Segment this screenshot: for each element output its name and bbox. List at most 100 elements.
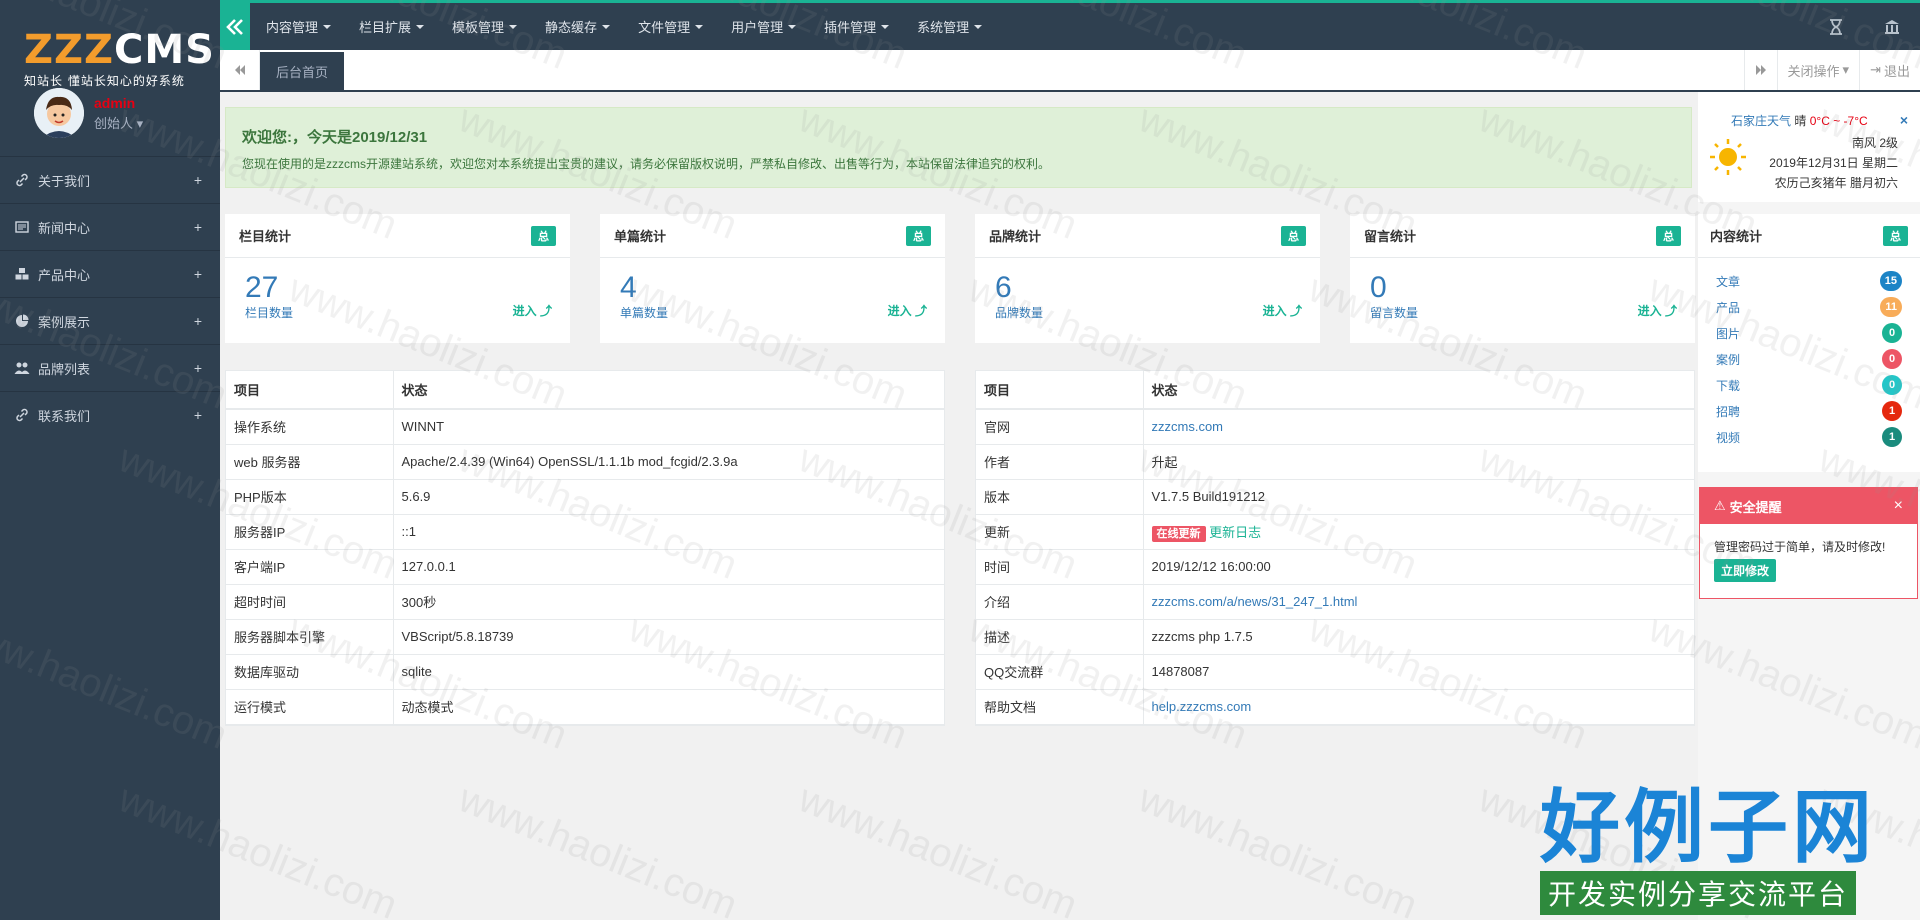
- tab-scroll-right-button[interactable]: [1743, 50, 1777, 90]
- content-stat-item[interactable]: 图片 0: [1698, 320, 1920, 346]
- sidebar-item-4[interactable]: 案例展示 +: [0, 297, 220, 344]
- row-value: ::1: [393, 514, 944, 550]
- row-value-cell: zzzcms.com: [1143, 409, 1694, 445]
- top-menu-label: 用户管理: [731, 20, 784, 35]
- row-key: 版本: [976, 479, 1144, 515]
- row-value: 300秒: [393, 584, 944, 620]
- stat-card: 品牌统计 总 6 品牌数量 进入 ⤴: [975, 214, 1320, 343]
- double-chevron-left-icon: [226, 18, 243, 35]
- top-menu-item[interactable]: 模板管理: [436, 3, 529, 50]
- row-key: 时间: [976, 549, 1144, 585]
- row-key: 服务器IP: [226, 514, 394, 550]
- row-key: 描述: [976, 619, 1144, 655]
- table-row: 官网 zzzcms.com: [976, 409, 1694, 445]
- hourglass-button[interactable]: [1808, 3, 1864, 50]
- stat-card-title: 单篇统计: [614, 229, 667, 244]
- sidebar-item-label: 产品中心: [38, 267, 91, 283]
- change-password-button[interactable]: 立即修改: [1714, 559, 1777, 582]
- row-value: 2019/12/12 16:00:00: [1151, 559, 1271, 574]
- enter-link[interactable]: 进入 ⤴: [1263, 302, 1302, 319]
- changelog-link[interactable]: 更新日志: [1209, 525, 1261, 540]
- content-stat-item[interactable]: 案例 0: [1698, 346, 1920, 372]
- stat-value: 4: [620, 271, 637, 304]
- stat-card: 留言统计 总 0 留言数量 进入 ⤴: [1350, 214, 1695, 343]
- sidebar-toggle-button[interactable]: [220, 3, 250, 50]
- user-role-dropdown[interactable]: 创始人 ▾: [94, 113, 143, 132]
- stat-value: 27: [245, 271, 279, 304]
- logout-button[interactable]: ⇥ 退出: [1859, 50, 1920, 90]
- user-role-label: 创始人: [94, 115, 134, 131]
- top-menu-item[interactable]: 静态缓存: [529, 3, 622, 50]
- online-update-button[interactable]: 在线更新: [1151, 526, 1206, 542]
- top-menu-item[interactable]: 内容管理: [250, 3, 343, 50]
- level-up-icon: ⤴: [536, 304, 552, 318]
- weather-condition: 晴: [1794, 114, 1807, 128]
- weather-close-button[interactable]: ×: [1900, 112, 1908, 128]
- plus-icon: +: [193, 172, 202, 188]
- top-menu-label: 栏目扩展: [359, 20, 412, 35]
- top-menu-label: 内容管理: [266, 20, 319, 35]
- tab-home[interactable]: 后台首页: [260, 52, 345, 90]
- row-value-cell: zzzcms.com/a/news/31_247_1.html: [1143, 584, 1694, 620]
- sidebar-item-1[interactable]: 关于我们 +: [0, 156, 220, 203]
- users-icon: [14, 360, 30, 376]
- content-stats-panel: 内容统计 总 文章 15 产品 11 图片 0 案例 0 下载 0 招聘 1 视频 1: [1698, 214, 1920, 472]
- top-menu-label: 模板管理: [452, 20, 505, 35]
- table-row: 服务器脚本引擎 VBScript/5.8.18739: [226, 619, 944, 655]
- content-stat-item[interactable]: 文章 15: [1698, 268, 1920, 294]
- content-stat-item[interactable]: 视频 1: [1698, 424, 1920, 450]
- system-info-table: 项目 状态 官网 zzzcms.com 作者 升起 版本 V1.7.5 Build1912…: [975, 370, 1695, 726]
- institution-button[interactable]: [1864, 3, 1920, 50]
- avatar[interactable]: [34, 88, 84, 138]
- user-info: admin 创始人 ▾: [94, 95, 143, 132]
- weather-city-link[interactable]: 石家庄天气: [1731, 114, 1791, 128]
- content-stat-item[interactable]: 产品 11: [1698, 294, 1920, 320]
- stat-label: 单篇数量: [620, 306, 669, 320]
- caret-down-icon: ▾: [1842, 62, 1850, 77]
- row-value-cell: 14878087: [1143, 654, 1694, 690]
- pie-chart-icon: [14, 313, 30, 329]
- content-stat-item[interactable]: 下载 0: [1698, 372, 1920, 398]
- enter-link[interactable]: 进入 ⤴: [888, 302, 927, 319]
- top-menu-item[interactable]: 插件管理: [808, 3, 901, 50]
- stat-value: 0: [1370, 271, 1387, 304]
- total-badge: 总: [1281, 225, 1306, 246]
- stat-card-title: 品牌统计: [989, 229, 1042, 244]
- row-value-link[interactable]: zzzcms.com: [1152, 419, 1224, 434]
- sidebar-item-6[interactable]: 联系我们 +: [0, 391, 220, 438]
- row-key: web 服务器: [226, 444, 394, 480]
- top-menu-item[interactable]: 用户管理: [715, 3, 808, 50]
- logo[interactable]: ZZZCMS: [24, 30, 220, 70]
- security-alert-close-button[interactable]: ×: [1894, 497, 1903, 515]
- link-icon: [14, 407, 30, 423]
- top-right-tools: [1808, 3, 1920, 50]
- sidebar-item-label: 关于我们: [38, 173, 91, 189]
- user-panel: admin 创始人 ▾: [34, 88, 143, 138]
- top-menu-item[interactable]: 栏目扩展: [343, 3, 436, 50]
- close-operations-dropdown[interactable]: 关闭操作 ▾: [1776, 50, 1860, 90]
- enter-link[interactable]: 进入 ⤴: [513, 302, 552, 319]
- sidebar: ZZZCMS 知站长 懂站长知心的好系统 admin 创始人 ▾ 关于我们 + 新闻…: [0, 0, 220, 920]
- sidebar-item-5[interactable]: 品牌列表 +: [0, 344, 220, 391]
- table-row: 数据库驱动 sqlite: [226, 654, 944, 690]
- level-up-icon: ⤴: [1661, 304, 1677, 318]
- row-value-link[interactable]: zzzcms.com/a/news/31_247_1.html: [1152, 594, 1358, 609]
- table-row: 操作系统 WINNT: [226, 409, 944, 445]
- row-key: 操作系统: [226, 409, 394, 445]
- sidebar-nav: 关于我们 + 新闻中心 + 产品中心 + 案例展示 + 品牌列表 + 联系我们 +: [0, 156, 220, 438]
- content-stats-header: 内容统计 总: [1698, 214, 1920, 258]
- top-menu-item[interactable]: 系统管理: [901, 3, 994, 50]
- tab-scroll-left-button[interactable]: [220, 50, 260, 90]
- content-stat-item[interactable]: 招聘 1: [1698, 398, 1920, 424]
- sidebar-item-2[interactable]: 新闻中心 +: [0, 203, 220, 250]
- top-menu-item[interactable]: 文件管理: [622, 3, 715, 50]
- total-badge: 总: [1656, 225, 1681, 246]
- table-header-item: 项目: [976, 371, 1144, 410]
- row-key: 运行模式: [226, 689, 394, 725]
- table-row: 更新 在线更新 更新日志: [976, 514, 1694, 550]
- sidebar-item-3[interactable]: 产品中心 +: [0, 250, 220, 297]
- table-row: QQ交流群 14878087: [976, 654, 1694, 690]
- row-value-link[interactable]: help.zzzcms.com: [1152, 699, 1252, 714]
- row-value-cell: zzzcms php 1.7.5: [1143, 619, 1694, 655]
- enter-link[interactable]: 进入 ⤴: [1638, 302, 1677, 319]
